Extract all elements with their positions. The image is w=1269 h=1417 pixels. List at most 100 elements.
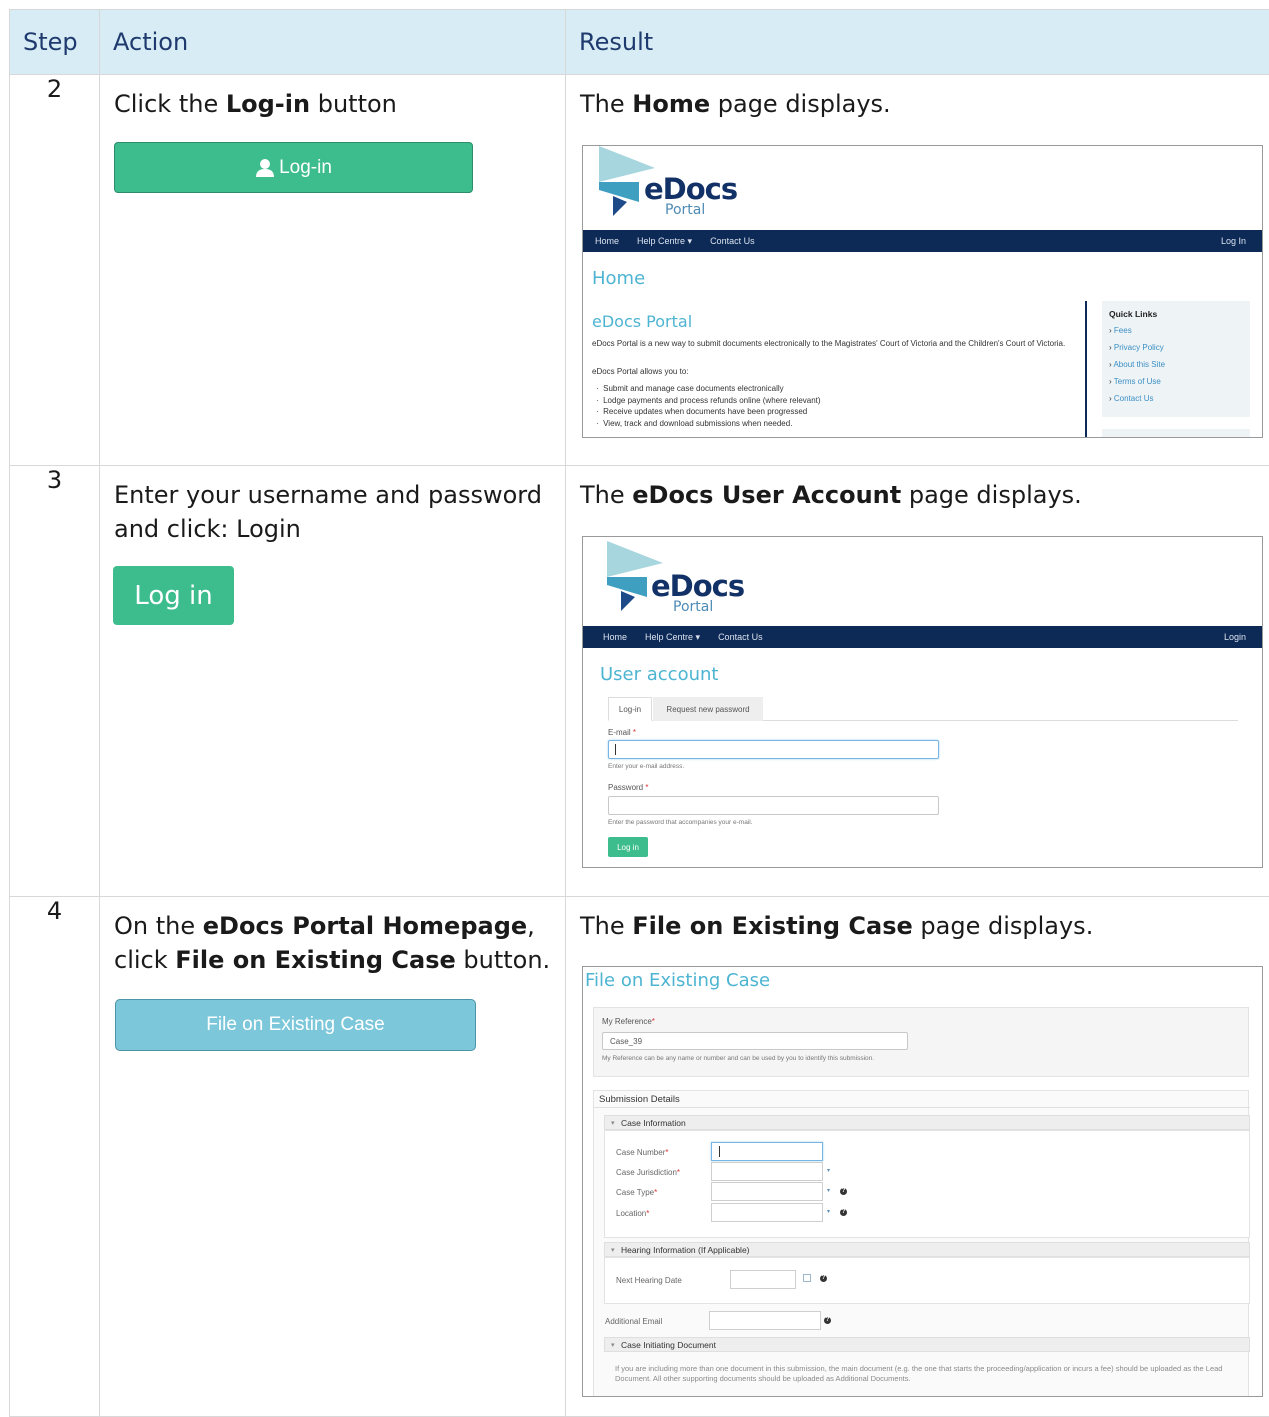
- case-information-body: Case Number* Case Jurisdiction* ▾ Case T…: [604, 1130, 1250, 1238]
- location-select[interactable]: [711, 1203, 823, 1222]
- quick-link-terms[interactable]: › Terms of Use: [1109, 377, 1161, 386]
- edocs-logo: eDocs Portal: [597, 146, 767, 218]
- chevron-down-icon: ▾: [611, 1246, 615, 1254]
- tab-request-new-password[interactable]: Request new password: [653, 697, 763, 721]
- step-number: 4: [9, 896, 100, 1417]
- quick-links-panel: Quick Links › Fees › Privacy Policy › Ab…: [1102, 301, 1250, 417]
- logo-word: eDocs: [644, 172, 738, 206]
- nav-bar: Home Help Centre ▾ Contact Us Login: [583, 626, 1262, 648]
- nav-contact-us[interactable]: Contact Us: [710, 236, 755, 246]
- nav-bar: Home Help Centre ▾ Contact Us Log In: [583, 230, 1262, 252]
- help-icon[interactable]: ?: [840, 1209, 847, 1216]
- nav-contact-us[interactable]: Contact Us: [718, 632, 763, 642]
- chevron-down-icon: ▾: [611, 1119, 615, 1127]
- logo-sub: Portal: [673, 599, 714, 615]
- logo-sub: Portal: [665, 202, 706, 218]
- password-hint: Enter the password that accompanies your…: [608, 819, 753, 826]
- action-text: Enter your username and password and cli…: [114, 481, 542, 543]
- result-header: Result: [565, 9, 1269, 75]
- password-label: Password *: [608, 783, 649, 792]
- quick-links-title: Quick Links: [1109, 309, 1158, 319]
- text-cursor: [615, 744, 616, 755]
- my-reference-hint: My Reference can be any name or number a…: [602, 1055, 875, 1062]
- dropdown-caret-icon: ▾: [827, 1168, 831, 1174]
- help-icon[interactable]: ?: [820, 1275, 827, 1282]
- step-header: Step: [9, 9, 100, 75]
- nav-help-centre[interactable]: Help Centre ▾: [637, 236, 692, 247]
- nav-help-centre[interactable]: Help Centre ▾: [645, 632, 700, 643]
- submission-details-rule: [594, 1107, 1250, 1108]
- nav-home[interactable]: Home: [603, 632, 627, 642]
- case-type-label: Case Type*: [616, 1188, 658, 1197]
- dropdown-caret-icon: ▾: [827, 1209, 831, 1215]
- tab-log-in[interactable]: Log-in: [608, 697, 652, 721]
- case-information-header[interactable]: ▾ Case Information: [604, 1115, 1250, 1130]
- my-reference-input[interactable]: Case_39: [602, 1032, 908, 1050]
- list-item: · View, track and download submissions w…: [596, 418, 793, 428]
- action-cell: Enter your username and password and cli…: [99, 465, 566, 897]
- page-title: File on Existing Case: [585, 970, 771, 991]
- case-initiating-document-note: If you are including more than one docum…: [615, 1364, 1223, 1383]
- hearing-information-body: Next Hearing Date ?: [604, 1257, 1250, 1304]
- nav-home[interactable]: Home: [595, 236, 619, 246]
- additional-email-label: Additional Email: [605, 1317, 663, 1326]
- help-icon[interactable]: ?: [840, 1188, 847, 1195]
- text-cursor: [719, 1146, 720, 1157]
- submission-details-title: Submission Details: [599, 1094, 680, 1105]
- feature-list: · Submit and manage case documents elect…: [596, 383, 821, 429]
- my-reference-label: My Reference*: [602, 1017, 655, 1026]
- hearing-information-label: Hearing Information (If Applicable): [621, 1244, 750, 1255]
- nav-log-in[interactable]: Log In: [1221, 236, 1246, 246]
- file-on-existing-case-button[interactable]: File on Existing Case: [115, 999, 476, 1051]
- email-field[interactable]: [608, 740, 939, 759]
- log-in-button[interactable]: Log-in: [114, 142, 473, 193]
- help-icon[interactable]: ?: [824, 1317, 831, 1324]
- section-title: eDocs Portal: [592, 312, 693, 331]
- home-page-screenshot: eDocs Portal Home Help Centre ▾ Contact …: [582, 145, 1263, 438]
- case-number-input[interactable]: [711, 1142, 823, 1161]
- nav-login[interactable]: Login: [1224, 632, 1246, 642]
- intro-text: eDocs Portal is a new way to submit docu…: [592, 339, 1066, 348]
- quick-link-about[interactable]: › About this Site: [1109, 360, 1165, 369]
- file-on-existing-case-screenshot: File on Existing Case My Reference* Case…: [582, 966, 1263, 1397]
- user-icon: [256, 158, 275, 177]
- case-information-label: Case Information: [621, 1117, 686, 1128]
- quick-links-panel-2: [1102, 429, 1250, 437]
- email-hint: Enter your e-mail address.: [608, 763, 685, 770]
- case-initiating-document-header[interactable]: ▾ Case Initiating Document: [604, 1337, 1250, 1352]
- login-submit-button[interactable]: Log in: [113, 566, 234, 625]
- list-item: · Lodge payments and process refunds onl…: [596, 395, 821, 405]
- log-in-button-label: Log-in: [279, 156, 332, 178]
- location-label: Location*: [616, 1209, 650, 1218]
- result-text: The eDocs User Account page displays.: [580, 481, 1082, 509]
- quick-link-contact[interactable]: › Contact Us: [1109, 394, 1153, 403]
- case-type-select[interactable]: [711, 1182, 823, 1201]
- email-label: E-mail *: [608, 728, 637, 737]
- submission-details-panel: Submission Details ▾ Case Information Ca…: [593, 1090, 1250, 1396]
- password-field[interactable]: [608, 796, 939, 815]
- log-in-submit-button[interactable]: Log in: [608, 837, 648, 857]
- action-cell: On the eDocs Portal Homepage, click File…: [99, 896, 566, 1417]
- action-text: Click the Log-in button: [114, 90, 397, 118]
- my-reference-panel: My Reference* Case_39 My Reference can b…: [593, 1007, 1249, 1077]
- quick-link-fees[interactable]: › Fees: [1109, 326, 1132, 335]
- hearing-information-header[interactable]: ▾ Hearing Information (If Applicable): [604, 1242, 1250, 1257]
- result-text: The File on Existing Case page displays.: [580, 912, 1094, 940]
- case-jurisdiction-select[interactable]: [711, 1162, 823, 1181]
- divider: [1085, 301, 1087, 437]
- calendar-icon[interactable]: [803, 1274, 811, 1282]
- next-hearing-date-input[interactable]: [730, 1270, 796, 1289]
- step-number: 2: [9, 74, 100, 466]
- edocs-logo: eDocs Portal: [605, 541, 775, 615]
- logo-word: eDocs: [651, 569, 745, 603]
- step-number: 3: [9, 465, 100, 897]
- user-account-screenshot: eDocs Portal Home Help Centre ▾ Contact …: [582, 536, 1263, 868]
- additional-email-input[interactable]: [709, 1311, 821, 1330]
- quick-link-privacy-policy[interactable]: › Privacy Policy: [1109, 343, 1164, 352]
- page-title: User account: [600, 664, 719, 685]
- allows-text: eDocs Portal allows you to:: [592, 367, 689, 376]
- account-tabs: Log-in Request new password: [608, 697, 1238, 721]
- dropdown-caret-icon: ▾: [827, 1188, 831, 1194]
- my-reference-value: Case_39: [610, 1037, 643, 1046]
- case-number-label: Case Number*: [616, 1148, 669, 1157]
